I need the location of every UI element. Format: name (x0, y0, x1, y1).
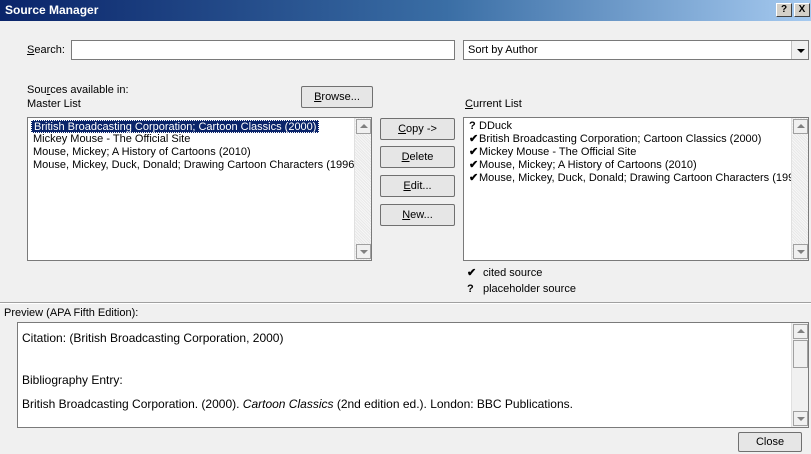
check-icon: ✔ (469, 133, 479, 145)
list-item[interactable]: Mouse, Mickey; A History of Cartoons (20… (31, 146, 253, 159)
list-item[interactable]: British Broadcasting Corporation; Cartoo… (31, 120, 320, 133)
bibliography-entry: British Broadcasting Corporation. (2000)… (22, 397, 573, 411)
scroll-down-icon[interactable] (356, 244, 371, 259)
check-icon: ✔ (469, 159, 479, 171)
preview-scrollbar[interactable] (791, 323, 808, 427)
bibliography-heading: Bibliography Entry: (22, 373, 123, 387)
master-list[interactable]: British Broadcasting Corporation; Cartoo… (27, 117, 372, 261)
list-item[interactable]: ✔Mouse, Mickey; A History of Cartoons (2… (467, 159, 699, 172)
current-list-label: Current List (465, 98, 522, 110)
search-label: Search: (27, 44, 65, 56)
scroll-up-icon[interactable] (356, 119, 371, 134)
help-button[interactable]: ? (776, 3, 792, 17)
check-icon: ✔ (469, 172, 479, 184)
chevron-down-icon[interactable] (791, 41, 808, 59)
list-item[interactable]: ✔Mickey Mouse - The Official Site (467, 146, 638, 159)
placeholder-icon: ? (469, 120, 476, 132)
scroll-up-icon[interactable] (793, 119, 808, 134)
window-title: Source Manager (5, 3, 99, 17)
title-bar: Source Manager ? X (0, 0, 811, 21)
current-list[interactable]: ? DDuck ✔British Broadcasting Corporation… (463, 117, 809, 261)
search-input[interactable] (71, 40, 455, 60)
list-item[interactable]: ✔British Broadcasting Corporation; Carto… (467, 133, 763, 146)
new-button[interactable]: New... (380, 204, 455, 226)
sort-dropdown-value: Sort by Author (468, 44, 538, 56)
list-item[interactable]: Mickey Mouse - The Official Site (31, 133, 192, 146)
list-item[interactable]: Mouse, Mickey, Duck, Donald; Drawing Car… (31, 159, 360, 172)
check-icon: ✔ (467, 267, 477, 279)
divider (0, 302, 811, 304)
delete-button[interactable]: Delete (380, 146, 455, 168)
copy-button[interactable]: Copy -> (380, 118, 455, 140)
scroll-down-icon[interactable] (793, 244, 808, 259)
master-list-label: Master List (27, 98, 81, 110)
current-list-scrollbar[interactable] (791, 118, 808, 260)
citation-text: Citation: (British Broadcasting Corporat… (22, 331, 284, 345)
placeholder-icon: ? (467, 283, 474, 295)
preview-pane: Citation: (British Broadcasting Corporat… (17, 322, 809, 428)
list-item[interactable]: ? DDuck (467, 120, 514, 133)
scroll-up-icon[interactable] (793, 324, 808, 339)
sources-available-label: Sources available in: (27, 84, 129, 96)
master-list-scrollbar[interactable] (354, 118, 371, 260)
close-button[interactable]: Close (738, 432, 802, 452)
sort-dropdown[interactable]: Sort by Author (463, 40, 809, 60)
legend-placeholder: ? placeholder source (467, 283, 576, 295)
check-icon: ✔ (469, 146, 479, 158)
list-item[interactable]: ✔Mouse, Mickey, Duck, Donald; Drawing Ca… (467, 172, 806, 185)
legend-cited: ✔ cited source (467, 267, 543, 279)
edit-button[interactable]: Edit... (380, 175, 455, 197)
preview-label: Preview (APA Fifth Edition): (4, 307, 139, 319)
scroll-down-icon[interactable] (793, 411, 808, 426)
browse-button[interactable]: Browse... (301, 86, 373, 108)
close-window-button[interactable]: X (794, 3, 810, 17)
scroll-thumb[interactable] (793, 340, 808, 368)
